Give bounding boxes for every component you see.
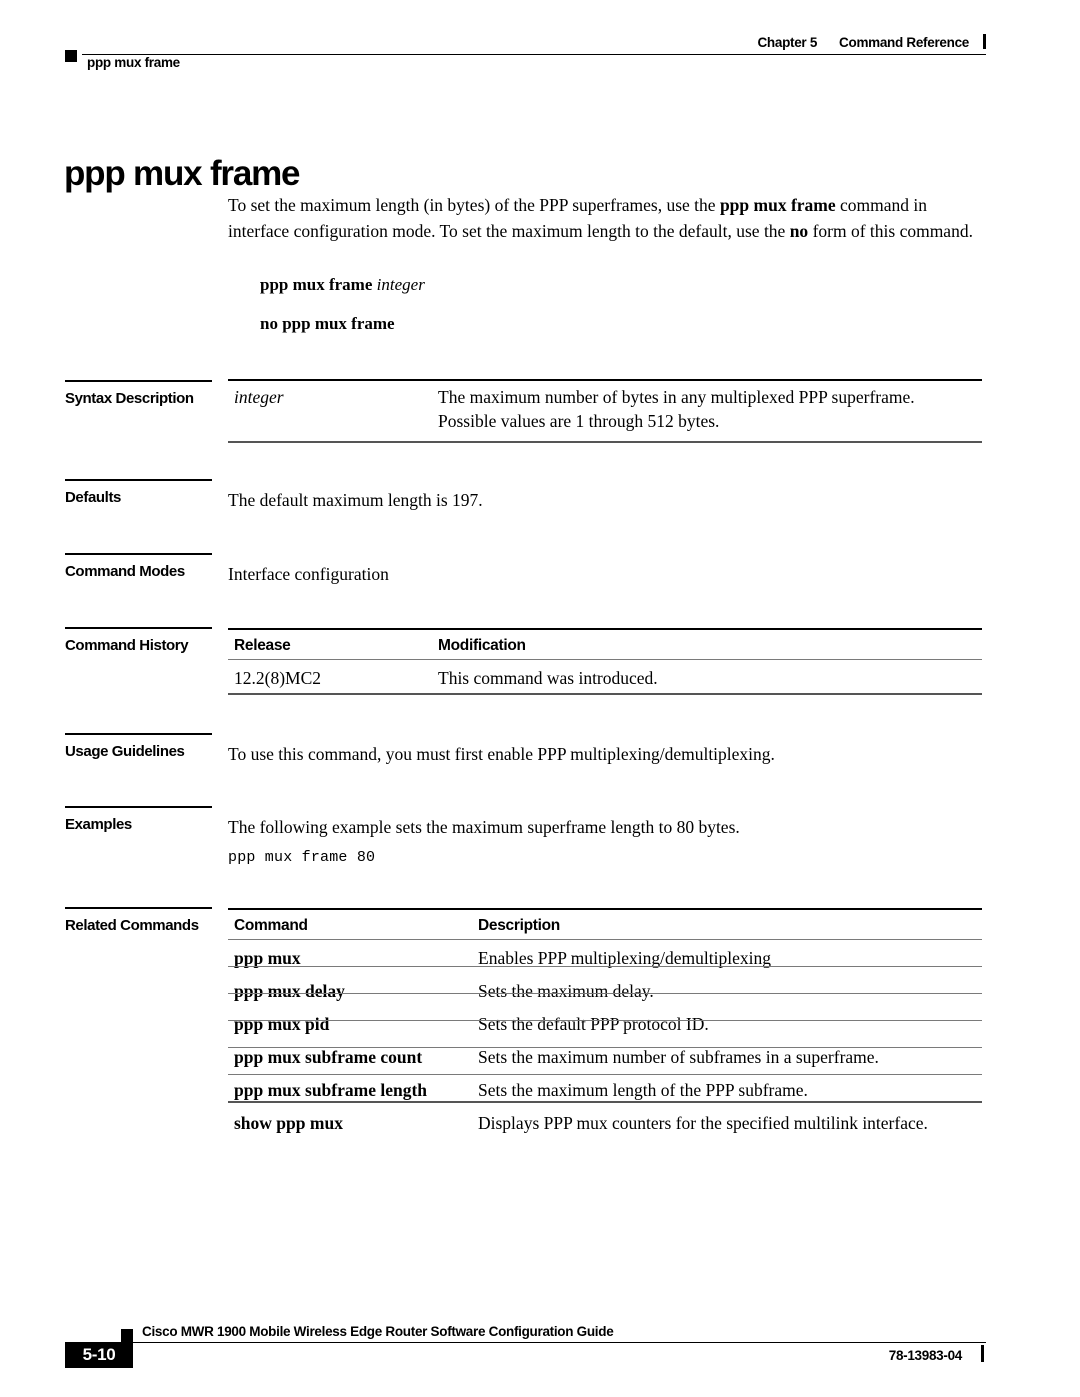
document-page: Chapter 5 Command Reference ppp mux frame… xyxy=(0,0,1080,1397)
section-label-text: Command History xyxy=(65,637,189,654)
defaults-text: The default maximum length is 197. xyxy=(228,490,483,510)
table-row: integer The maximum number of bytes in a… xyxy=(228,382,982,439)
footer-doc-number: 78-13983-04 xyxy=(888,1348,963,1363)
section-label-command-history: Command History xyxy=(65,627,215,654)
page-header: Chapter 5 Command Reference ppp mux frame xyxy=(65,34,986,76)
history-table-bottom-rule xyxy=(228,693,982,695)
syntax-no-form-line: no ppp mux frame xyxy=(260,314,395,334)
related-commands-table: Command Description ppp mux Enables PPP … xyxy=(228,911,982,1141)
table-row: ppp mux subframe length Sets the maximum… xyxy=(228,1075,982,1108)
related-command-cell: ppp mux xyxy=(234,948,301,968)
footer-divider xyxy=(133,1342,986,1343)
section-label-text: Syntax Description xyxy=(65,390,194,407)
syntax-table-bottom-rule xyxy=(228,441,982,443)
section-rule xyxy=(65,627,212,629)
syntax-argument: integer xyxy=(376,275,425,294)
section-label-related-commands: Related Commands xyxy=(65,907,215,934)
related-table-top-rule xyxy=(228,908,982,910)
table-row: show ppp mux Displays PPP mux counters f… xyxy=(228,1108,982,1141)
header-square-bullet-icon xyxy=(65,50,77,62)
section-label-usage-guidelines: Usage Guidelines xyxy=(65,733,215,760)
related-command-cell: ppp mux pid xyxy=(234,1014,330,1034)
header-running-title: ppp mux frame xyxy=(87,55,180,70)
section-rule xyxy=(65,479,212,481)
header-section: Command Reference xyxy=(839,35,969,50)
intro-part3: form of this command. xyxy=(808,221,973,241)
header-divider xyxy=(82,54,986,55)
history-header-rule xyxy=(228,659,982,660)
header-chapter: Chapter 5 xyxy=(757,35,818,50)
syntax-term: integer xyxy=(234,387,284,407)
section-label-defaults: Defaults xyxy=(65,479,215,506)
section-rule xyxy=(65,733,212,735)
command-modes-text: Interface configuration xyxy=(228,564,389,584)
related-row-rule xyxy=(228,1020,982,1021)
table-row: ppp mux Enables PPP multiplexing/demulti… xyxy=(228,943,982,976)
related-row-rule xyxy=(228,1074,982,1075)
syntax-description-table: integer The maximum number of bytes in a… xyxy=(228,382,982,439)
usage-guidelines-text: To use this command, you must first enab… xyxy=(228,744,775,764)
header-rule-bar-icon xyxy=(983,34,986,49)
related-command-cell: ppp mux subframe length xyxy=(234,1080,428,1100)
footer-square-bullet-icon xyxy=(121,1329,133,1342)
syntax-term-cell: integer xyxy=(228,382,432,439)
intro-part1: To set the maximum length (in bytes) of … xyxy=(228,195,720,215)
related-description-cell: Enables PPP multiplexing/demultiplexing xyxy=(478,948,771,968)
related-command-cell: show ppp mux xyxy=(234,1113,343,1133)
related-table-bottom-rule xyxy=(228,1101,982,1103)
syntax-description-cell: The maximum number of bytes in any multi… xyxy=(438,387,915,431)
related-description-cell: Sets the default PPP protocol ID. xyxy=(478,1014,709,1034)
footer-guide-title: Cisco MWR 1900 Mobile Wireless Edge Rout… xyxy=(142,1324,614,1339)
section-label-text: Command Modes xyxy=(65,563,185,580)
section-label-text: Examples xyxy=(65,816,132,833)
intro-bold-command: ppp mux frame xyxy=(719,195,836,215)
table-row: 12.2(8)MC2 This command was introduced. xyxy=(228,663,982,696)
footer-rule-bar-icon xyxy=(981,1345,984,1362)
related-row-rule xyxy=(228,993,982,994)
section-label-examples: Examples xyxy=(65,806,215,833)
footer-page-number: 5-10 xyxy=(65,1342,133,1368)
section-rule xyxy=(65,907,212,909)
section-label-text: Usage Guidelines xyxy=(65,743,185,760)
header-chapter-line: Chapter 5 Command Reference xyxy=(65,34,986,51)
section-label-text: Related Commands xyxy=(65,917,199,934)
history-table-top-rule xyxy=(228,628,982,630)
section-rule xyxy=(65,380,212,382)
related-description-cell: Displays PPP mux counters for the specif… xyxy=(478,1113,928,1133)
intro-paragraph: To set the maximum length (in bytes) of … xyxy=(228,192,982,244)
section-rule xyxy=(65,806,212,808)
command-history-table: Release Modification 12.2(8)MC2 This com… xyxy=(228,631,982,696)
syntax-table-top-rule xyxy=(228,379,982,381)
examples-text: The following example sets the maximum s… xyxy=(228,817,740,837)
history-release-cell: 12.2(8)MC2 xyxy=(234,668,322,688)
related-row-rule xyxy=(228,1047,982,1048)
page-footer: Cisco MWR 1900 Mobile Wireless Edge Rout… xyxy=(0,1320,1080,1380)
syntax-usage-line: ppp mux frame integer xyxy=(260,275,425,295)
section-label-command-modes: Command Modes xyxy=(65,553,215,580)
related-description-cell: Sets the maximum length of the PPP subfr… xyxy=(478,1080,808,1100)
examples-code: ppp mux frame 80 xyxy=(228,849,376,866)
syntax-no-form: no ppp mux frame xyxy=(260,314,395,333)
intro-bold-no: no xyxy=(789,221,809,241)
section-rule xyxy=(65,553,212,555)
related-row-rule xyxy=(228,966,982,967)
section-label-text: Defaults xyxy=(65,489,121,506)
table-row: ppp mux pid Sets the default PPP protoco… xyxy=(228,1009,982,1042)
syntax-command: ppp mux frame xyxy=(260,275,373,294)
section-label-syntax-description: Syntax Description xyxy=(65,380,215,407)
page-title: ppp mux frame xyxy=(64,154,300,194)
history-modification-cell: This command was introduced. xyxy=(438,668,658,688)
related-header-rule xyxy=(228,939,982,940)
